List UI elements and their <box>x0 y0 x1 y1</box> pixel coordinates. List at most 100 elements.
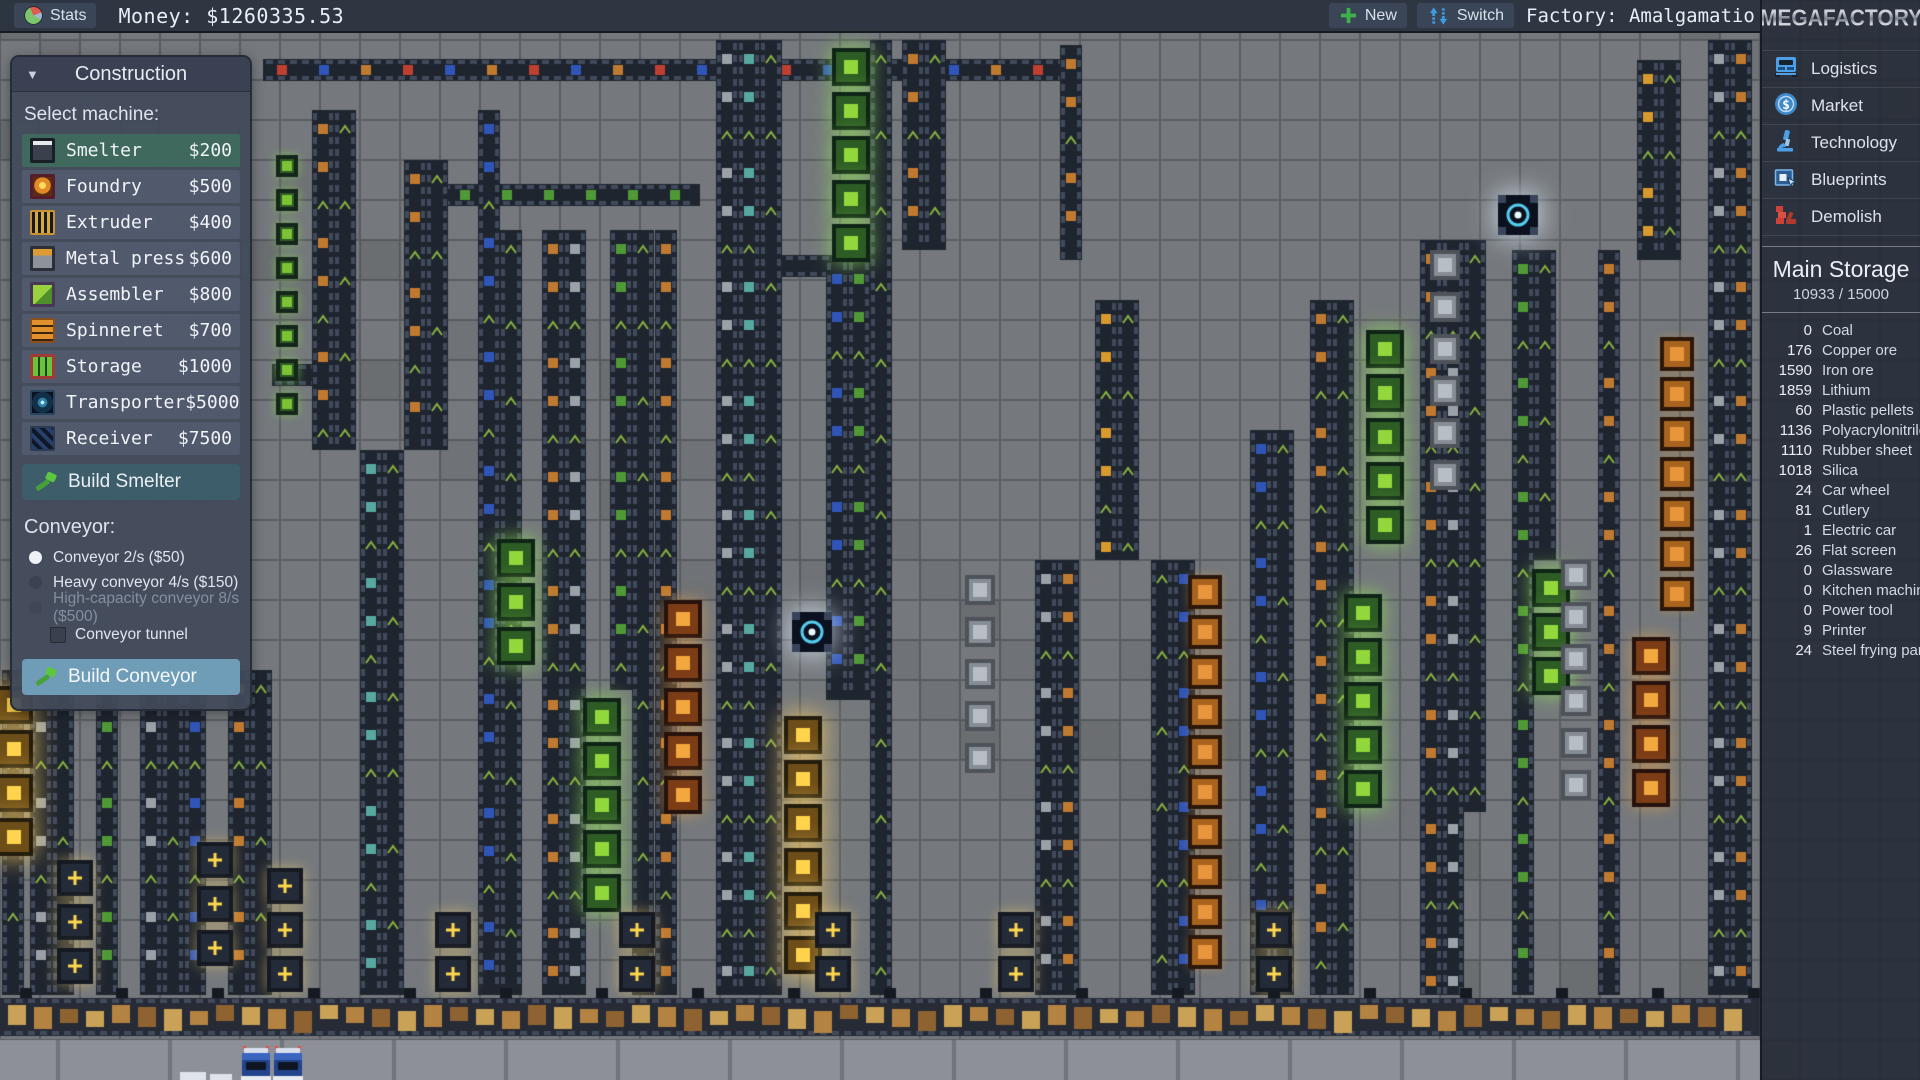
conveyor-option-0[interactable]: Conveyor 2/s ($50) <box>22 545 240 570</box>
machine-price: $7500 <box>178 428 232 449</box>
sidebar-item-label: Demolish <box>1811 207 1882 227</box>
checkbox-icon[interactable] <box>50 627 66 643</box>
storage-item-name: Copper ore <box>1822 342 1897 359</box>
machine-row-extruder[interactable]: Extruder$400 <box>22 206 240 239</box>
spinneret-icon <box>30 318 55 343</box>
build-conveyor-label: Build Conveyor <box>68 666 197 688</box>
switch-arrows-icon <box>1427 5 1450 27</box>
storage-item-name: Electric car <box>1822 522 1896 539</box>
machine-name: Extruder <box>66 212 189 233</box>
radio-icon[interactable] <box>29 551 42 564</box>
build-conveyor-button[interactable]: Build Conveyor <box>22 659 240 695</box>
right-sidebar: MEGAFACTORY Logistics $Market Technology Bl… <box>1760 0 1920 1080</box>
conveyor-options: Conveyor 2/s ($50)Heavy conveyor 4/s ($1… <box>22 545 240 620</box>
radio-icon[interactable] <box>29 576 42 589</box>
machine-price: $800 <box>189 284 232 305</box>
sidebar-item-technology[interactable]: Technology <box>1762 125 1920 162</box>
storage-item-count: 0 <box>1762 582 1812 599</box>
new-factory-button[interactable]: New <box>1329 3 1407 28</box>
machine-row-assembler[interactable]: Assembler$800 <box>22 278 240 311</box>
machine-price: $1000 <box>178 356 232 377</box>
storage-item-silica: 1018 Silica <box>1762 460 1920 480</box>
machine-row-receiver[interactable]: Receiver$7500 <box>22 422 240 455</box>
storage-item-plastic-pellets: 60Plastic pellets <box>1762 400 1920 420</box>
sidebar-item-market[interactable]: $Market <box>1762 88 1920 125</box>
storage-item-name: Plastic pellets <box>1822 402 1914 419</box>
storage-item-count: 1859 <box>1762 382 1812 399</box>
storage-icon <box>30 354 55 379</box>
storage-item-count: 0 <box>1762 602 1812 619</box>
conveyor-tunnel-option[interactable]: Conveyor tunnel <box>50 623 240 647</box>
storage-item-lithium: 1859 Lithium <box>1762 380 1920 400</box>
build-smelter-label: Build Smelter <box>68 471 181 493</box>
storage-item-count: 176 <box>1762 342 1812 359</box>
storage-item-count: 81 <box>1762 502 1812 519</box>
new-button-label: New <box>1365 7 1397 25</box>
machine-row-metal-press[interactable]: Metal press$600 <box>22 242 240 275</box>
collapse-triangle-icon[interactable]: ▼ <box>26 67 39 82</box>
storage-item-name: Flat screen <box>1822 542 1896 559</box>
sidebar-item-demolish[interactable]: Demolish <box>1762 199 1920 236</box>
switch-factory-button[interactable]: Switch <box>1417 3 1514 28</box>
storage-item-name: Car wheel <box>1822 482 1890 499</box>
storage-item-printer: 9Printer <box>1762 620 1920 640</box>
blueprint-icon <box>1773 165 1799 196</box>
sidebar-item-label: Technology <box>1811 133 1897 153</box>
storage-item-count: 24 <box>1762 482 1812 499</box>
build-smelter-button[interactable]: Build Smelter <box>22 464 240 500</box>
sidebar-item-blueprints[interactable]: Blueprints <box>1762 162 1920 199</box>
storage-used: 10933 <box>1793 286 1835 303</box>
storage-item-car-wheel: 24 Car wheel <box>1762 480 1920 500</box>
plus-icon <box>1339 6 1358 25</box>
conveyor-tunnel-label: Conveyor tunnel <box>75 626 188 644</box>
machine-price: $500 <box>189 176 232 197</box>
machine-row-transporter[interactable]: Transporter$5000 <box>22 386 240 419</box>
game-logo: MEGAFACTORY <box>1762 0 1920 40</box>
storage-item-count: 24 <box>1762 642 1812 659</box>
storage-item-count: 0 <box>1762 562 1812 579</box>
truck-icon <box>1773 54 1799 85</box>
construction-panel-body: Select machine: Smelter$200Foundry$500Ex… <box>12 92 250 709</box>
conveyor-option-label: Conveyor 2/s ($50) <box>53 549 185 567</box>
machine-row-smelter[interactable]: Smelter$200 <box>22 134 240 167</box>
machine-row-storage[interactable]: Storage$1000 <box>22 350 240 383</box>
select-machine-label: Select machine: <box>24 104 238 126</box>
storage-item-name: Glassware <box>1822 562 1893 579</box>
machine-name: Receiver <box>66 428 178 449</box>
construction-panel-title: Construction <box>75 63 187 86</box>
storage-item-count: 1136 <box>1762 422 1812 439</box>
machine-row-spinneret[interactable]: Spinneret$700 <box>22 314 240 347</box>
storage-item-cutlery: 81Cutlery <box>1762 500 1920 520</box>
machine-name: Assembler <box>66 284 189 305</box>
storage-item-name: Silica <box>1822 462 1858 479</box>
machine-price: $700 <box>189 320 232 341</box>
microscope-icon <box>1773 128 1799 159</box>
machine-name: Transporter <box>66 392 185 413</box>
sidebar-item-logistics[interactable]: Logistics <box>1762 51 1920 88</box>
machine-row-foundry[interactable]: Foundry$500 <box>22 170 240 203</box>
storage-max: 15000 <box>1847 286 1889 303</box>
transporter-icon <box>30 390 55 415</box>
factory-map[interactable] <box>0 0 1920 1080</box>
storage-item-name: Printer <box>1822 622 1866 639</box>
storage-item-count: 1 <box>1762 522 1812 539</box>
storage-item-count: 1590 <box>1762 362 1812 379</box>
sidebar-item-label: Blueprints <box>1811 170 1887 190</box>
conveyor-option-label: High-capacity conveyor 8/s ($500) <box>53 590 240 626</box>
storage-item-name: Lithium <box>1822 382 1870 399</box>
stats-button[interactable]: Stats <box>14 3 96 28</box>
storage-capacity-separator: / <box>1835 286 1848 303</box>
extruder-icon <box>30 210 55 235</box>
construction-panel-header[interactable]: ▼ Construction <box>12 57 250 92</box>
storage-item-electric-car: 1 Electric car <box>1762 520 1920 540</box>
storage-item-count: 1018 <box>1762 462 1812 479</box>
storage-list: 0Coal176Copper ore1590Iron ore1859Lithiu… <box>1762 320 1920 660</box>
storage-item-name: Rubber sheet <box>1822 442 1912 459</box>
storage-item-name: Power tool <box>1822 602 1893 619</box>
main-storage-panel: Main Storage 10933 / 15000 0Coal176Coppe… <box>1762 246 1920 660</box>
machine-price: $5000 <box>185 392 239 413</box>
sidebar-item-label: Logistics <box>1811 59 1877 79</box>
switch-button-label: Switch <box>1457 7 1504 25</box>
assembler-icon <box>30 282 55 307</box>
storage-item-count: 26 <box>1762 542 1812 559</box>
